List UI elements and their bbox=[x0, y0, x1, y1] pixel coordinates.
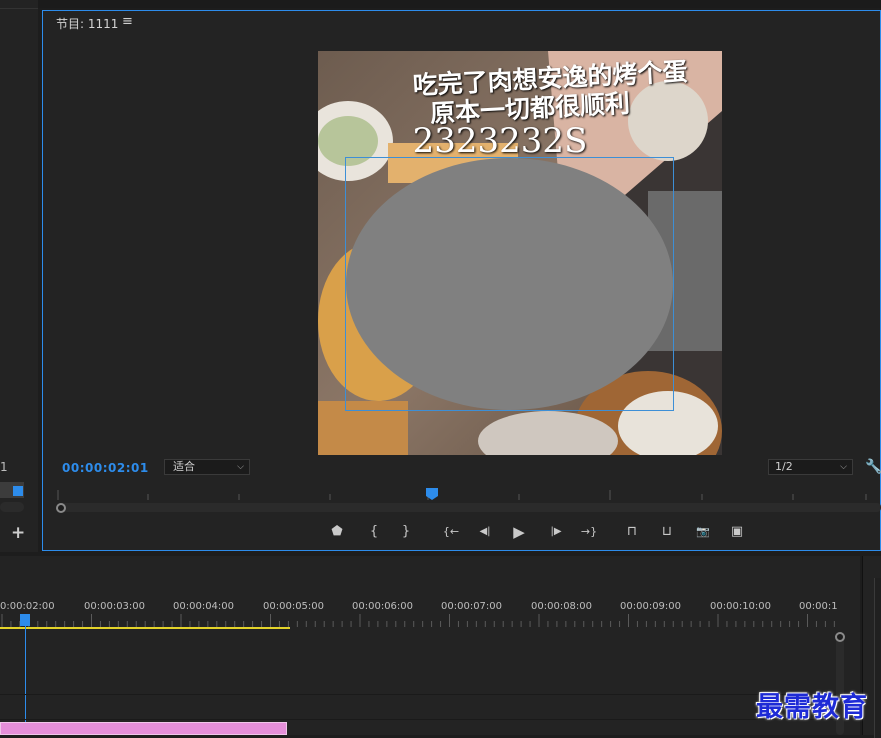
chevron-down-icon: ⌵ bbox=[237, 462, 244, 472]
timeline-timecode-label: 00:00:08:00 bbox=[531, 601, 593, 612]
monitor-title[interactable]: 节目: 1111 bbox=[56, 15, 118, 32]
scrollbar-handle[interactable] bbox=[56, 503, 66, 513]
wrench-icon[interactable]: 🔧 bbox=[865, 459, 881, 475]
mask-bounding-box[interactable] bbox=[345, 157, 674, 411]
watermark-logo: 最需教育 bbox=[756, 692, 868, 723]
work-area-bar[interactable] bbox=[0, 627, 290, 629]
add-icon[interactable]: + bbox=[11, 523, 25, 543]
mark-in-icon[interactable]: { bbox=[364, 523, 384, 541]
timeline-timecode-label: 00:00:04:00 bbox=[173, 601, 235, 612]
timeline-time-ruler[interactable] bbox=[0, 614, 840, 628]
compare-view-icon[interactable]: ▣ bbox=[727, 523, 747, 541]
timeline-clip[interactable] bbox=[0, 722, 287, 735]
marker-icon[interactable]: ⬟ bbox=[327, 523, 347, 541]
timeline-panel bbox=[0, 556, 860, 735]
zoom-select[interactable]: 适合 ⌵ bbox=[164, 459, 250, 475]
step-back-icon[interactable]: ◀| bbox=[475, 523, 495, 541]
left-scrollbar[interactable] bbox=[0, 502, 24, 512]
lift-icon[interactable]: ⊓ bbox=[622, 523, 642, 541]
step-forward-icon[interactable]: |▶ bbox=[546, 523, 566, 541]
go-to-in-icon[interactable]: {← bbox=[441, 523, 461, 541]
resolution-select[interactable]: 1/2 ⌵ bbox=[768, 459, 853, 475]
export-frame-icon[interactable]: 📷 bbox=[693, 523, 713, 541]
timeline-playhead-marker[interactable] bbox=[20, 614, 30, 626]
playhead-timecode[interactable]: 00:00:02:01 bbox=[62, 461, 149, 475]
track-divider bbox=[0, 694, 840, 695]
caption-line-3: 2323232S bbox=[412, 121, 588, 161]
timeline-timecode-label: 0:00:02:00 bbox=[0, 601, 55, 612]
mark-out-icon[interactable]: } bbox=[396, 523, 416, 541]
timeline-ruler-ticks bbox=[1, 614, 835, 627]
left-panel-edge bbox=[0, 8, 38, 9]
scrollbar-handle[interactable] bbox=[835, 632, 845, 642]
chevron-down-icon: ⌵ bbox=[840, 462, 847, 472]
left-panel-number: 1 bbox=[0, 460, 8, 474]
timeline-timecode-label: 00:00:03:00 bbox=[84, 601, 146, 612]
top-strip bbox=[0, 0, 881, 8]
ruler-ticks bbox=[57, 490, 867, 500]
go-to-out-icon[interactable]: →} bbox=[579, 523, 599, 541]
timeline-timecode-label: 00:00:1 bbox=[799, 601, 838, 612]
monitor-zoom-scrollbar[interactable] bbox=[58, 503, 881, 512]
timeline-timecode-label: 00:00:05:00 bbox=[263, 601, 325, 612]
left-playhead-marker[interactable] bbox=[13, 486, 23, 496]
right-edge-panel-inner bbox=[874, 578, 881, 738]
timeline-timecode-label: 00:00:07:00 bbox=[441, 601, 503, 612]
track-divider bbox=[0, 719, 840, 720]
panel-menu-icon[interactable]: ≡ bbox=[122, 14, 133, 29]
extract-icon[interactable]: ⊔ bbox=[657, 523, 677, 541]
play-icon[interactable]: ▶ bbox=[509, 523, 529, 541]
timeline-timecode-label: 00:00:09:00 bbox=[620, 601, 682, 612]
timeline-timecode-label: 00:00:06:00 bbox=[352, 601, 414, 612]
zoom-select-value: 适合 bbox=[173, 460, 195, 473]
timeline-timecode-label: 00:00:10:00 bbox=[710, 601, 772, 612]
monitor-time-ruler[interactable] bbox=[56, 488, 881, 502]
resolution-select-value: 1/2 bbox=[775, 460, 793, 473]
